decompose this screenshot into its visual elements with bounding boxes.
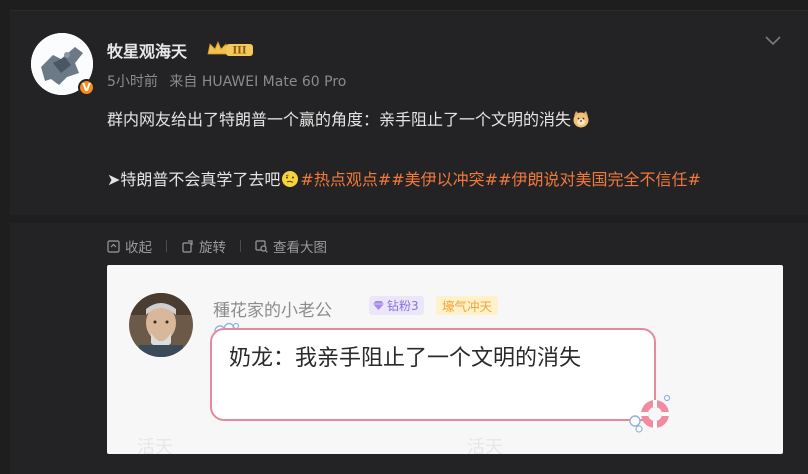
- hashtag-link[interactable]: #热点观点#: [300, 170, 391, 189]
- commenter-avatar: [129, 293, 193, 357]
- username[interactable]: 牧星观海天: [107, 38, 187, 62]
- post-time: 5小时前: [107, 74, 158, 90]
- rotate-label: 旋转: [199, 240, 226, 256]
- watermark-text: 活天: [467, 437, 503, 454]
- commenter-name: 種花家的小老公: [213, 301, 332, 321]
- image-zoom-icon: [255, 239, 268, 253]
- post-text-line2: ➤特朗普不会真学了去吧 #热点观点##美伊以冲突##伊朗说对美国完全不信任#: [107, 166, 787, 194]
- view-large-label: 查看大图: [273, 240, 327, 256]
- vip-level-label: III: [232, 46, 246, 57]
- post-text: 群内网友给出了特朗普一个赢的角度：亲手阻止了一个文明的消失: [107, 110, 572, 129]
- vip-crown-icon: III: [207, 40, 253, 57]
- post-text-prefix: ➤特朗普不会真学了去吧: [107, 170, 281, 189]
- rotate-icon: [182, 239, 193, 253]
- watermark-text: 活天: [137, 437, 173, 454]
- divider: [240, 240, 241, 252]
- collapse-button[interactable]: 收起: [107, 236, 152, 256]
- image-action-bar: 收起 旋转 查看大图: [107, 236, 327, 256]
- doge-emoji: [573, 111, 589, 128]
- hashtag-link[interactable]: #伊朗说对美国完全不信任#: [498, 170, 701, 189]
- verified-badge: V: [78, 79, 95, 96]
- speech-bubble-text: 奶龙：我亲手阻止了一个文明的消失: [229, 346, 582, 371]
- diamond-icon: [373, 301, 384, 310]
- post-meta: 5小时前 来自 HUAWEI Mate 60 Pro: [107, 71, 353, 91]
- divider: [166, 240, 167, 252]
- mood-badge: 壕气冲天: [436, 296, 499, 315]
- view-large-button[interactable]: 查看大图: [255, 236, 327, 256]
- post-source: 来自 HUAWEI Mate 60 Pro: [169, 74, 347, 90]
- collapse-icon: [107, 239, 120, 253]
- collapse-label: 收起: [125, 240, 152, 256]
- fan-level-label: 钻粉3: [387, 299, 419, 313]
- hashtag-link[interactable]: #美伊以冲突#: [391, 170, 498, 189]
- rotate-button[interactable]: 旋转: [181, 236, 226, 256]
- post-text-line1: 群内网友给出了特朗普一个赢的角度：亲手阻止了一个文明的消失: [107, 106, 591, 130]
- post-image[interactable]: 活天 活天 種花家的小老公 钻粉3 壕气冲天 奶龙：我亲手阻止了一个文明的消失: [107, 265, 783, 454]
- fan-level-badge: 钻粉3: [369, 296, 424, 315]
- thinking-emoji: [282, 171, 299, 187]
- life-ring-icon: [629, 394, 671, 433]
- chevron-down-icon[interactable]: [764, 33, 782, 47]
- section-divider: [10, 215, 808, 223]
